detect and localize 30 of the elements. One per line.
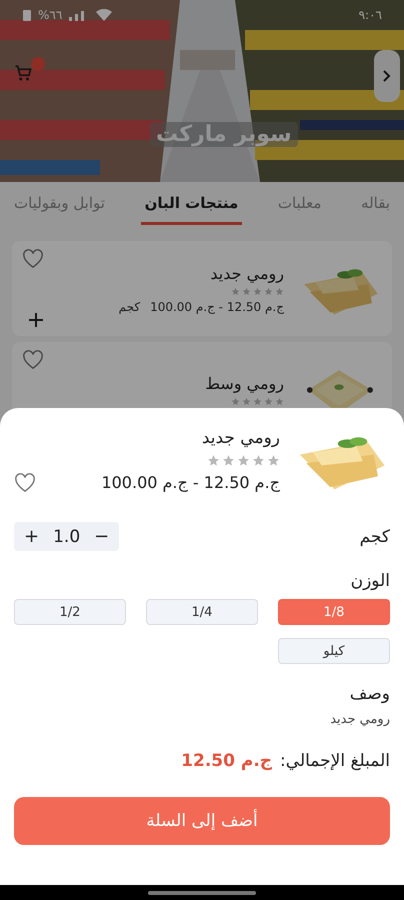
battery-level: %٦٦ — [38, 8, 62, 22]
heart-icon[interactable] — [22, 350, 44, 370]
heart-icon[interactable] — [14, 472, 36, 492]
minus-button[interactable]: − — [94, 526, 110, 547]
next-button[interactable] — [374, 50, 400, 102]
product-price: ج.م 12.50 - ج.م 100.00 — [101, 473, 280, 492]
unit-label: كجم — [360, 526, 390, 546]
battery-icon — [22, 8, 32, 22]
weight-option[interactable]: كيلو — [278, 638, 390, 664]
weight-option[interactable]: 1/4 — [146, 599, 258, 625]
plus-button[interactable]: + — [24, 526, 40, 547]
total-label: المبلغ الإجمالي: — [280, 751, 390, 771]
category-tab[interactable]: منتجات البان — [140, 194, 242, 225]
weight-option[interactable]: 1/2 — [14, 599, 126, 625]
section-label: وصف — [348, 684, 390, 704]
wifi-icon — [96, 9, 112, 21]
product-name: رومي جديد — [210, 264, 284, 282]
total-amount: ج.م 12.50 — [181, 751, 272, 771]
quantity-value: 1.0 — [53, 526, 80, 546]
heart-icon[interactable] — [22, 249, 44, 269]
home-indicator[interactable] — [148, 890, 256, 894]
unit-label: كجم — [118, 300, 140, 314]
section-label: الوزن — [350, 571, 390, 591]
chevron-icon — [382, 69, 392, 83]
product-name: رومي وسط — [205, 374, 284, 392]
clock-time: ٩:٠٦ — [358, 8, 382, 22]
product-card[interactable]: رومي جديد ج.م 12.50 - ج.م 100.00 كجم — [12, 241, 392, 336]
cart-icon[interactable] — [14, 64, 32, 82]
product-price: ج.م 12.50 - ج.م 100.00 — [150, 300, 284, 314]
description-text: رومي جديد — [329, 712, 390, 727]
